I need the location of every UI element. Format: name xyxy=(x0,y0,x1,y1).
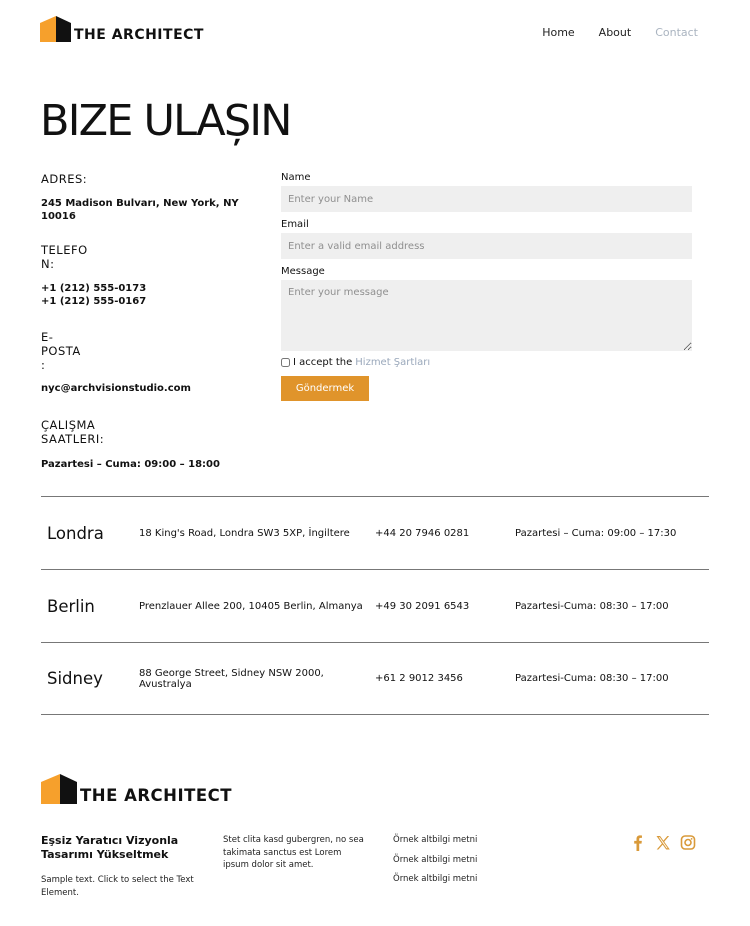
office-row: Berlin Prenzlauer Allee 200, 10405 Berli… xyxy=(41,569,709,642)
footer-link[interactable]: Örnek altbilgi metni xyxy=(393,855,477,865)
office-row: Londra 18 King's Road, Londra SW3 5XP, İ… xyxy=(41,496,709,569)
house-logo-icon xyxy=(40,16,71,42)
brand-name: THE ARCHITECT xyxy=(74,27,204,43)
footer-heading: Eşsiz Yaratıcı Vizyonla Tasarımı Yükselt… xyxy=(41,834,179,861)
hours-label-line-2: SAATLERI: xyxy=(41,431,105,446)
message-textarea[interactable] xyxy=(281,280,692,351)
footer-link[interactable]: Örnek altbilgi metni xyxy=(393,835,477,845)
office-city: Londra xyxy=(47,523,104,543)
phone-1[interactable]: +1 (212) 555-0173 xyxy=(41,283,251,296)
nav-contact[interactable]: Contact xyxy=(655,26,698,39)
phone-label-line-2: N: xyxy=(41,257,55,271)
main-nav: Home About Contact xyxy=(542,26,698,39)
social-links xyxy=(630,834,696,851)
office-hours: Pazartesi – Cuma: 09:00 – 17:30 xyxy=(515,527,677,539)
email-label-line-3: : xyxy=(41,358,46,372)
nav-home[interactable]: Home xyxy=(542,26,574,39)
footer-links: Örnek altbilgi metni Örnek altbilgi metn… xyxy=(393,834,477,893)
footer-lorem-text: Stet clita kasd gubergren, no sea takima… xyxy=(223,835,364,870)
contact-info: ADRES: 245 Madison Bulvarı, New York, NY… xyxy=(41,172,251,471)
facebook-icon[interactable] xyxy=(630,834,646,851)
terms-checkbox[interactable] xyxy=(281,358,290,367)
email-label-line-2: POSTA xyxy=(41,344,81,358)
office-hours: Pazartesi-Cuma: 08:30 – 17:00 xyxy=(515,673,669,684)
footer-logo[interactable]: THE ARCHITECT xyxy=(41,774,232,804)
instagram-icon[interactable] xyxy=(680,834,696,851)
office-address: 88 George Street, Sidney NSW 2000, Avust… xyxy=(139,667,324,690)
nav-about[interactable]: About xyxy=(599,26,632,39)
office-phone: +49 30 2091 6543 xyxy=(375,600,470,612)
name-label: Name xyxy=(281,172,311,183)
hours-label: ÇALIŞMA SAATLERI: xyxy=(41,418,251,446)
x-twitter-icon[interactable] xyxy=(655,834,671,851)
address-label: ADRES: xyxy=(41,172,88,186)
office-city: Berlin xyxy=(47,596,95,616)
submit-button[interactable]: Göndermek xyxy=(281,376,369,401)
email-input[interactable] xyxy=(281,233,692,259)
email-label-form: Email xyxy=(281,219,309,230)
header-logo[interactable]: THE ARCHITECT xyxy=(40,16,204,42)
office-phone: +61 2 9012 3456 xyxy=(375,673,463,684)
contact-form: Name Email Message I accept the Hizmet Ş… xyxy=(281,172,692,401)
email-label: E- POSTA : xyxy=(41,330,251,372)
phone-label-line-1: TELEFO xyxy=(41,243,88,257)
office-address: Prenzlauer Allee 200, 10405 Berlin, Alma… xyxy=(139,600,363,612)
address-value: 245 Madison Bulvarı, New York, NY 10016 xyxy=(41,198,239,222)
footer-link[interactable]: Örnek altbilgi metni xyxy=(393,874,477,884)
footer-brand-name: THE ARCHITECT xyxy=(80,786,233,805)
terms-link[interactable]: Hizmet Şartları xyxy=(355,357,430,368)
office-hours: Pazartesi-Cuma: 08:30 – 17:00 xyxy=(515,600,669,612)
office-city: Sidney xyxy=(47,669,103,688)
office-row: Sidney 88 George Street, Sidney NSW 2000… xyxy=(41,642,709,715)
terms-text: I accept the xyxy=(293,357,353,368)
terms-row: I accept the Hizmet Şartları xyxy=(281,357,692,368)
phone-label: TELEFO N: xyxy=(41,243,251,271)
name-input[interactable] xyxy=(281,186,692,212)
email-label-line-1: E- xyxy=(41,330,54,344)
office-phone: +44 20 7946 0281 xyxy=(375,527,470,539)
hours-label-line-1: ÇALIŞMA xyxy=(41,417,96,432)
message-label: Message xyxy=(281,266,325,277)
page-title: BIZE ULAȘIN xyxy=(40,96,292,146)
phone-2[interactable]: +1 (212) 555-0167 xyxy=(41,296,251,309)
offices-table: Londra 18 King's Road, Londra SW3 5XP, İ… xyxy=(41,496,709,715)
email-value[interactable]: nyc@archvisionstudio.com xyxy=(41,383,251,396)
house-logo-icon xyxy=(41,774,77,804)
hours-value: Pazartesi – Cuma: 09:00 – 18:00 xyxy=(41,458,220,470)
office-address: 18 King's Road, Londra SW3 5XP, İngilter… xyxy=(139,527,350,539)
footer-sample-text[interactable]: Sample text. Click to select the Text El… xyxy=(41,874,201,899)
